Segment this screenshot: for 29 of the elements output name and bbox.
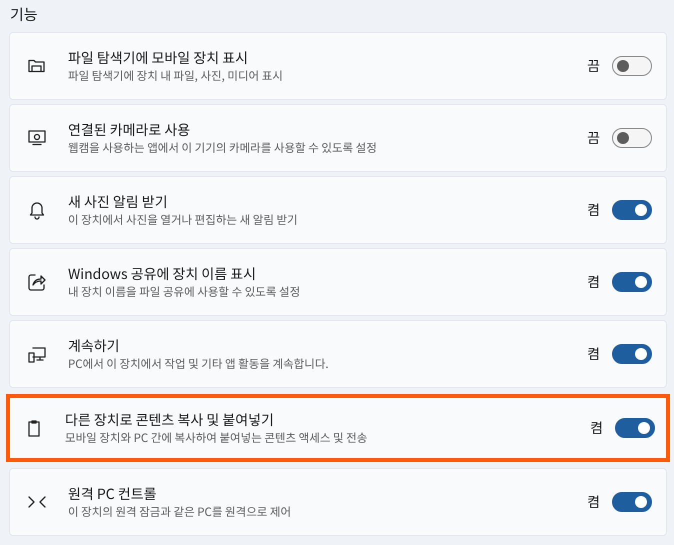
setting-description: 내 장치 이름을 파일 공유에 사용할 수 있도록 설정 [68,284,302,300]
toggle-state-label: 켬 [587,344,600,364]
toggle-state-label: 켬 [587,492,600,512]
setting-description: 이 장치의 원격 잠금과 같은 PC를 원격으로 제어 [68,504,292,520]
setting-title: 파일 탐색기에 모바일 장치 표시 [68,48,249,68]
setting-description: PC에서 이 장치에서 작업 및 기타 앱 활동을 계속합니다. [68,356,330,372]
setting-title: 다른 장치로 콘텐츠 복사 및 붙여넣기 [65,410,275,430]
toggle-switch[interactable] [612,492,652,512]
toggle-state-label: 켬 [590,418,603,438]
toggle-state-label: 켬 [587,272,600,292]
setting-title: 계속하기 [68,336,121,356]
setting-description: 모바일 장치와 PC 간에 복사하여 붙여넣는 콘텐츠 액세스 및 전송 [65,430,368,446]
toggle-switch[interactable] [612,272,652,292]
setting-title: 연결된 카메라로 사용 [68,120,192,140]
toggle-state-label: 켬 [587,200,600,220]
setting-title: Windows 공유에 장치 이름 표시 [68,264,258,284]
toggle-state-label: 끔 [587,128,600,148]
toggle-switch[interactable] [612,128,652,148]
toggle-switch[interactable] [612,344,652,364]
toggle-switch[interactable] [612,200,652,220]
setting-description: 이 장치에서 사진을 열거나 편집하는 새 알림 받기 [68,212,299,228]
setting-description: 웹캠을 사용하는 앱에서 이 기기의 카메라를 사용할 수 있도록 설정 [68,140,378,156]
section-title: 기능 [9,4,39,27]
toggle-switch[interactable] [612,56,652,76]
setting-title: 새 사진 알림 받기 [68,192,169,212]
setting-title: 원격 PC 컨트롤 [68,484,158,504]
setting-description: 파일 탐색기에 장치 내 파일, 사진, 미디어 표시 [68,68,284,84]
toggle-state-label: 끔 [587,56,600,76]
toggle-switch[interactable] [615,418,655,438]
